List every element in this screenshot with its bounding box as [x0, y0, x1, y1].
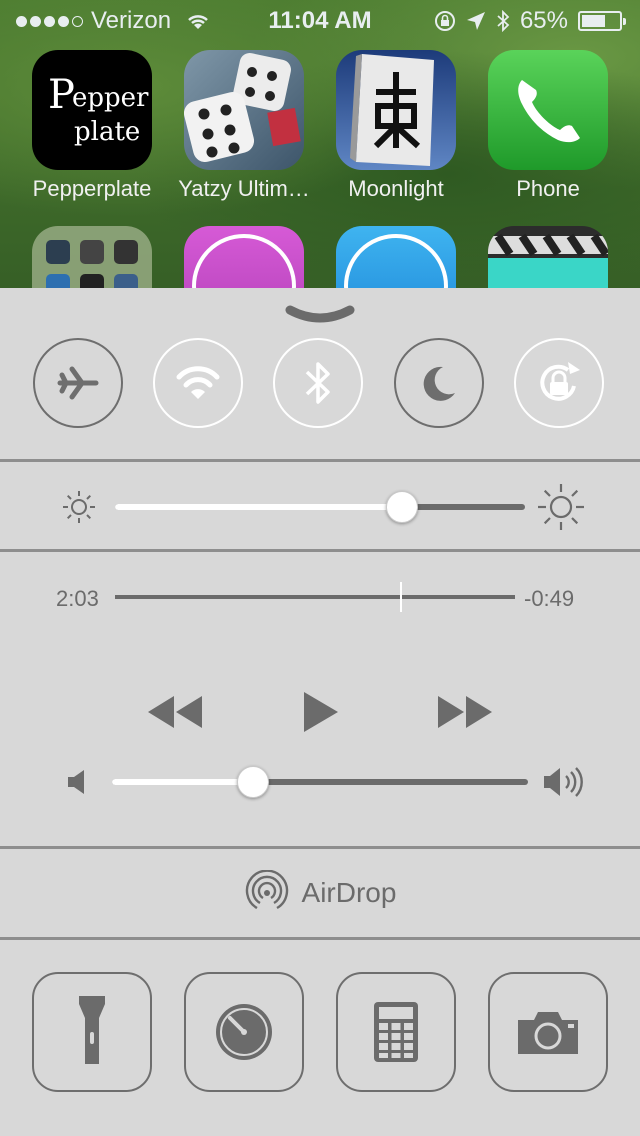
app-label-phone: Phone: [516, 176, 580, 201]
play-button[interactable]: [302, 690, 340, 734]
dismiss-chevron-icon[interactable]: [284, 304, 356, 328]
brightness-slider-knob[interactable]: [386, 491, 418, 523]
airdrop-button[interactable]: AirDrop: [0, 848, 640, 938]
camera-button[interactable]: [488, 972, 608, 1092]
elapsed-time: 2:03: [56, 586, 99, 611]
pepperplate-app-icon[interactable]: P epper plate: [32, 50, 152, 170]
separator: [0, 937, 640, 940]
battery-icon: [578, 11, 626, 31]
rotation-lock-icon: [540, 362, 580, 401]
airplane-icon: [57, 366, 99, 400]
status-bar: Verizon 11:04 AM 65%: [0, 0, 640, 40]
volume-slider[interactable]: [112, 779, 528, 785]
toggle-row: [0, 338, 640, 433]
wifi-toggle[interactable]: [153, 338, 243, 428]
flashlight-button[interactable]: [32, 972, 152, 1092]
control-center: 2:03 -0:49 AirDrop: [0, 288, 640, 1136]
separator: [0, 549, 640, 552]
separator: [0, 459, 640, 462]
svg-text:epper: epper: [72, 83, 149, 113]
bluetooth-icon: [305, 362, 330, 404]
camera-icon: [518, 1012, 578, 1054]
yatzy-dice-app-icon[interactable]: [184, 50, 304, 170]
playback-scrubber[interactable]: [115, 595, 515, 599]
timer-button[interactable]: [184, 972, 304, 1092]
volume-low-icon: [68, 770, 84, 794]
calculator-icon: [374, 1002, 418, 1062]
volume-slider-knob[interactable]: [237, 766, 270, 798]
playback-position-marker[interactable]: [400, 582, 402, 612]
svg-text:plate: plate: [74, 117, 140, 147]
status-right-icons: 65%: [434, 7, 626, 35]
remaining-time: -0:49: [524, 586, 575, 611]
brightness-low-icon: [63, 491, 95, 523]
airplane-mode-toggle[interactable]: [33, 338, 123, 428]
calculator-button[interactable]: [336, 972, 456, 1092]
location-arrow-icon: [466, 12, 485, 30]
app-label-pepperplate: Pepperplate: [32, 176, 152, 201]
pepperplate-logo: P epper plate: [48, 72, 149, 147]
svg-text:P: P: [48, 72, 75, 118]
rewind-button[interactable]: [146, 694, 204, 730]
bluetooth-status-icon: [497, 10, 510, 32]
fast-forward-button[interactable]: [436, 694, 494, 730]
app-label-yatzy: Yatzy Ultim…: [178, 176, 310, 201]
volume-high-icon: [544, 767, 583, 797]
battery-percent: 65%: [519, 7, 568, 34]
do-not-disturb-toggle[interactable]: [394, 338, 484, 428]
airdrop-label: AirDrop: [301, 877, 397, 908]
brightness-slider[interactable]: [115, 504, 525, 510]
app-label-moonlight: Moonlight: [348, 176, 444, 201]
airdrop-icon: [245, 870, 288, 910]
timer-icon: [216, 1004, 272, 1060]
mahjong-tile-app-icon[interactable]: [336, 50, 456, 170]
flashlight-icon: [79, 996, 105, 1064]
bluetooth-toggle[interactable]: [273, 338, 363, 428]
wifi-icon: [176, 366, 220, 399]
moon-icon: [423, 366, 455, 401]
brightness-high-icon: [538, 484, 584, 530]
rotation-lock-status-icon: [434, 11, 455, 31]
rotation-lock-toggle[interactable]: [514, 338, 604, 428]
phone-app-icon[interactable]: [488, 50, 608, 170]
